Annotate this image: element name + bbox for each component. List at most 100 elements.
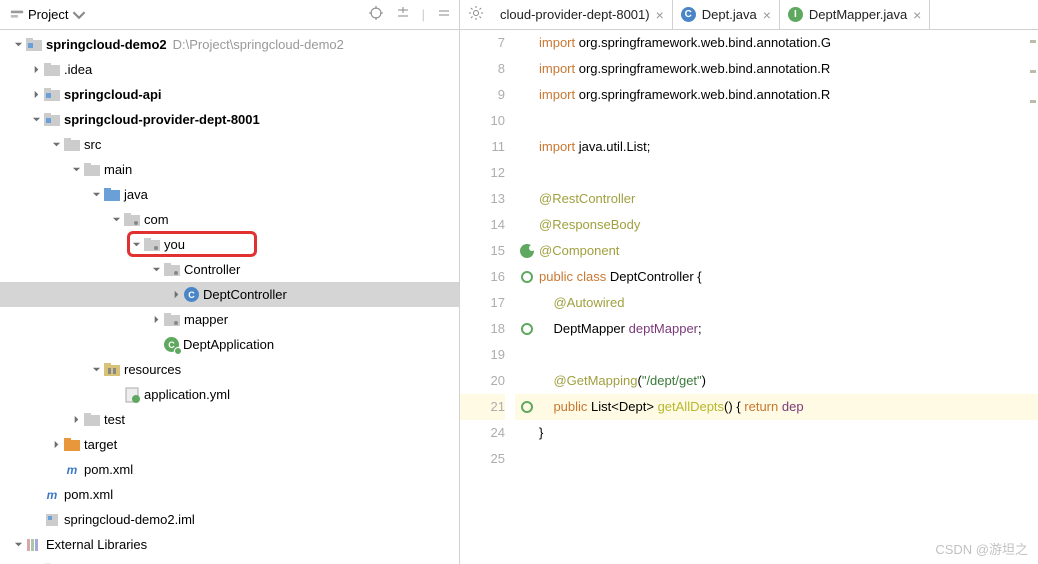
chevron-down-icon[interactable] xyxy=(90,189,102,201)
chevron-right-icon[interactable] xyxy=(170,289,182,301)
tree-com[interactable]: com xyxy=(0,207,459,232)
node-label: pom.xml xyxy=(84,462,133,477)
chevron-down-icon[interactable] xyxy=(110,214,122,226)
node-label: com xyxy=(144,212,169,227)
spring-bean-icon xyxy=(520,244,534,258)
tree-resources[interactable]: resources xyxy=(0,357,459,382)
tab-provider[interactable]: cloud-provider-dept-8001) × xyxy=(492,0,673,29)
tab-label: Dept.java xyxy=(702,7,757,22)
locate-icon[interactable] xyxy=(366,3,386,26)
interface-icon: I xyxy=(788,7,803,22)
tree-deptcontroller[interactable]: C DeptController xyxy=(0,282,459,307)
class-icon: C xyxy=(681,7,696,22)
tree-root[interactable]: springcloud-demo2 D:\Project\springcloud… xyxy=(0,32,459,57)
tree-mapper[interactable]: mapper xyxy=(0,307,459,332)
chevron-right-icon[interactable] xyxy=(150,314,162,326)
class-icon: C xyxy=(184,287,199,302)
tree-pom1[interactable]: m pom.xml xyxy=(0,457,459,482)
chevron-right-icon[interactable] xyxy=(30,64,42,76)
divider: | xyxy=(420,5,427,24)
tree-src[interactable]: src xyxy=(0,132,459,157)
module-icon xyxy=(44,112,60,128)
tree-extlib[interactable]: External Libraries xyxy=(0,532,459,557)
project-dropdown[interactable]: Project xyxy=(4,5,92,24)
tree-controller[interactable]: Controller xyxy=(0,257,459,282)
chevron-down-icon[interactable] xyxy=(30,114,42,126)
node-label: test xyxy=(104,412,125,427)
node-label: src xyxy=(84,137,101,152)
run-gutter-icon xyxy=(521,401,533,413)
node-label: springcloud-api xyxy=(64,87,162,102)
chevron-right-icon[interactable] xyxy=(70,414,82,426)
node-label: springcloud-demo2 xyxy=(46,37,167,52)
tab-dept-java[interactable]: C Dept.java × xyxy=(673,0,780,29)
gear-icon[interactable] xyxy=(460,5,492,24)
module-icon xyxy=(44,87,60,103)
tree-java[interactable]: java xyxy=(0,182,459,207)
chevron-down-icon[interactable] xyxy=(90,364,102,376)
module-icon xyxy=(26,37,42,53)
tab-deptmapper-java[interactable]: I DeptMapper.java × xyxy=(780,0,930,29)
tree-deptapp[interactable]: C DeptApplication xyxy=(0,332,459,357)
tree-iml[interactable]: springcloud-demo2.iml xyxy=(0,507,459,532)
node-label: External Libraries xyxy=(46,537,147,552)
chevron-down-icon[interactable] xyxy=(50,139,62,151)
run-gutter-icon xyxy=(521,271,533,283)
package-icon xyxy=(164,262,180,278)
node-label: you xyxy=(164,237,185,252)
watermark: CSDN @游坦之 xyxy=(935,539,1028,558)
target-folder-icon xyxy=(64,437,80,453)
tree-provider[interactable]: springcloud-provider-dept-8001 xyxy=(0,107,459,132)
libraries-icon xyxy=(26,537,42,553)
chevron-down-icon[interactable] xyxy=(12,539,24,551)
chevron-down-icon[interactable] xyxy=(12,39,24,51)
tree-test[interactable]: test xyxy=(0,407,459,432)
maven-icon: m xyxy=(64,462,80,478)
folder-icon xyxy=(84,162,100,178)
chevron-right-icon[interactable] xyxy=(30,89,42,101)
node-label: pom.xml xyxy=(64,487,113,502)
node-label: target xyxy=(84,437,117,452)
node-label: springcloud-demo2.iml xyxy=(64,512,195,527)
node-label: main xyxy=(104,162,132,177)
node-label: resources xyxy=(124,362,181,377)
project-label: Project xyxy=(28,7,68,22)
minimap[interactable] xyxy=(1026,30,1038,564)
tree-jdk[interactable]: < 1.8 > C:\Users\86158\java\jdk1.8.0_271 xyxy=(0,557,459,564)
tab-label: DeptMapper.java xyxy=(809,7,907,22)
node-label: Controller xyxy=(184,262,240,277)
node-label: DeptController xyxy=(203,287,287,302)
code-area[interactable]: import org.springframework.web.bind.anno… xyxy=(539,30,1038,564)
node-path: D:\Project\springcloud-demo2 xyxy=(173,37,344,52)
tree-idea[interactable]: .idea xyxy=(0,57,459,82)
node-label: mapper xyxy=(184,312,228,327)
code-editor[interactable]: 789 101112 131415 161718 192021 2425 imp… xyxy=(460,30,1038,564)
tree-target[interactable]: target xyxy=(0,432,459,457)
tree-api[interactable]: springcloud-api xyxy=(0,82,459,107)
chevron-right-icon[interactable] xyxy=(50,439,62,451)
chevron-down-icon[interactable] xyxy=(150,264,162,276)
project-tree[interactable]: springcloud-demo2 D:\Project\springcloud… xyxy=(0,30,460,564)
node-label: DeptApplication xyxy=(183,337,274,352)
chevron-down-icon xyxy=(72,8,86,22)
close-icon[interactable]: × xyxy=(913,7,921,23)
line-gutter: 789 101112 131415 161718 192021 2425 xyxy=(460,30,515,564)
run-gutter-icon xyxy=(521,323,533,335)
chevron-down-icon[interactable] xyxy=(130,239,142,251)
collapse-icon[interactable] xyxy=(435,4,453,25)
close-icon[interactable]: × xyxy=(763,7,771,23)
tree-main[interactable]: main xyxy=(0,157,459,182)
iml-icon xyxy=(44,512,60,528)
chevron-down-icon[interactable] xyxy=(70,164,82,176)
close-icon[interactable]: × xyxy=(656,7,664,23)
expand-icon[interactable] xyxy=(394,4,412,25)
package-icon xyxy=(144,237,160,253)
gutter-marks xyxy=(515,30,539,564)
tree-you[interactable]: you xyxy=(0,232,459,257)
tree-pom2[interactable]: m pom.xml xyxy=(0,482,459,507)
tree-appyml[interactable]: application.yml xyxy=(0,382,459,407)
node-label: springcloud-provider-dept-8001 xyxy=(64,112,260,127)
package-icon xyxy=(164,312,180,328)
tab-label: cloud-provider-dept-8001) xyxy=(500,7,650,22)
folder-icon xyxy=(84,412,100,428)
